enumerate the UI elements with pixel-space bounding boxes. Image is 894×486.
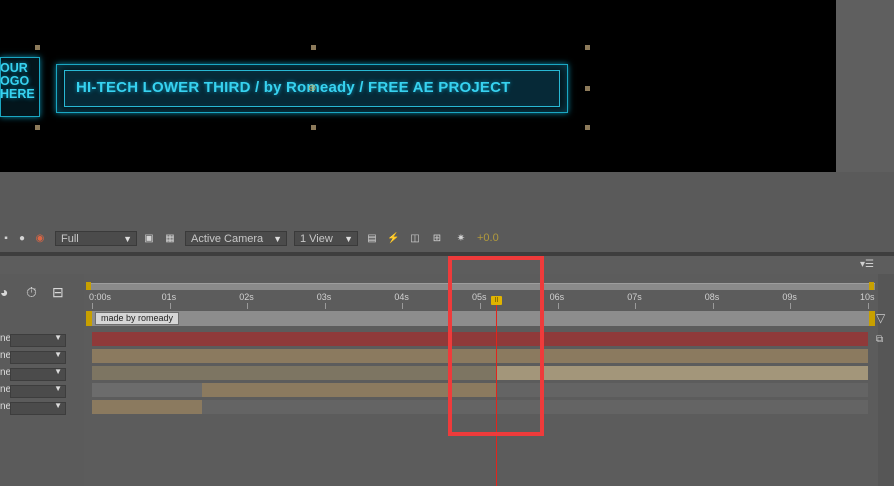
- toggle-pixel-aspect-icon[interactable]: ▤: [366, 233, 378, 244]
- chevron-down-icon: ▼: [54, 333, 62, 342]
- work-area-end-handle[interactable]: [869, 282, 874, 290]
- ruler-tick: [169, 303, 171, 309]
- stopwatch-icon[interactable]: ⏱: [26, 284, 37, 301]
- resolution-dropdown[interactable]: Full ▼: [55, 231, 137, 246]
- ruler-tick: [868, 303, 869, 309]
- logo-placeholder-text: OUR OGO HERE: [0, 61, 35, 101]
- chevron-down-icon: ▼: [54, 384, 62, 393]
- camera-user-icon[interactable]: ●: [16, 233, 28, 244]
- chevron-down-icon: ▼: [54, 367, 62, 376]
- comp-marker-label[interactable]: made by romeady: [95, 312, 180, 325]
- ruler-tick-label: 06s: [549, 292, 565, 302]
- lower-third-title: HI-TECH LOWER THIRD / by Romeady / FREE …: [76, 79, 511, 96]
- marker-right-handle[interactable]: [869, 311, 875, 326]
- layer-mode-dropdown[interactable]: ▼: [10, 333, 66, 347]
- transform-handle[interactable]: [35, 45, 40, 50]
- ruler-tick-label: 08s: [704, 292, 720, 302]
- color-channels-icon[interactable]: ◉: [34, 233, 46, 244]
- timeline-right-strip: [878, 274, 894, 486]
- layer-row[interactable]: ne ▼: [0, 349, 84, 365]
- chevron-down-icon: ▼: [344, 234, 353, 244]
- timeline-icon[interactable]: ◫: [409, 233, 421, 244]
- transform-handle[interactable]: [35, 125, 40, 130]
- region-icon[interactable]: ▪: [0, 233, 12, 244]
- layer-row[interactable]: ne ▼: [0, 400, 84, 416]
- layer-inactive-range: [92, 383, 202, 397]
- ruler-tick-label: 01s: [161, 292, 177, 302]
- layer-duration-bar[interactable]: [92, 400, 202, 414]
- ruler-tick: [712, 303, 714, 309]
- transform-handle[interactable]: [585, 125, 590, 130]
- layer-mode-dropdown[interactable]: ▼: [10, 384, 66, 398]
- chevron-down-icon: ▼: [54, 350, 62, 359]
- ruler-tick-label: 09s: [782, 292, 797, 302]
- layer-inactive-range: [496, 383, 868, 397]
- transform-handle[interactable]: [311, 45, 316, 50]
- zoom-nav-icon[interactable]: ▽: [876, 311, 885, 325]
- ruler-tick-label: 03s: [316, 292, 332, 302]
- viewer-pasteboard: [836, 0, 894, 172]
- chevron-down-icon: ▼: [54, 401, 62, 410]
- layer-mode-dropdown[interactable]: ▼: [10, 367, 66, 381]
- ruler-tick-label: 0:00s: [89, 292, 112, 302]
- transform-handle[interactable]: [311, 125, 316, 130]
- ruler-tick-label: 07s: [627, 292, 642, 302]
- ruler-tick: [402, 303, 404, 309]
- ruler-tick-label: 10s: [860, 292, 875, 302]
- ruler-tick: [324, 303, 326, 309]
- transparency-grid-icon[interactable]: ▦: [164, 233, 176, 244]
- exposure-value[interactable]: +0.0: [477, 232, 499, 244]
- layer-duration-bar[interactable]: [92, 366, 496, 380]
- ruler-tick: [635, 303, 637, 309]
- marker-left-handle[interactable]: [86, 311, 92, 326]
- ruler-tick: [557, 303, 559, 309]
- layer-duration-bar-selected[interactable]: [496, 366, 868, 380]
- timeline-panel-header: [0, 256, 894, 274]
- chevron-down-icon: ▼: [273, 234, 282, 244]
- motion-blur-icon[interactable]: ◕: [0, 284, 8, 300]
- layer-row[interactable]: ne ▼: [0, 332, 84, 348]
- annotation-highlight-box: [448, 256, 544, 436]
- ruler-tick-label: 04s: [394, 292, 409, 302]
- layer-mode-dropdown[interactable]: ▼: [10, 401, 66, 415]
- transform-handle[interactable]: [585, 45, 590, 50]
- transform-handle[interactable]: [585, 86, 590, 91]
- layer-row[interactable]: ne ▼: [0, 383, 84, 399]
- layer-mode-dropdown[interactable]: ▼: [10, 350, 66, 364]
- flowchart-icon[interactable]: ⊞: [431, 233, 443, 244]
- exposure-icon[interactable]: ✷: [455, 233, 467, 244]
- fast-previews-icon[interactable]: ⚡: [387, 233, 399, 244]
- layout-dropdown[interactable]: 1 View ▼: [294, 231, 358, 246]
- layer-row[interactable]: ne ▼: [0, 366, 84, 382]
- view-dropdown[interactable]: Active Camera ▼: [185, 231, 287, 246]
- region-of-interest-icon[interactable]: ▣: [143, 233, 155, 244]
- anchor-point-icon[interactable]: ⊕: [308, 84, 318, 94]
- work-area-start-handle[interactable]: [86, 282, 91, 290]
- ruler-tick: [92, 303, 93, 309]
- ruler-tick: [247, 303, 249, 309]
- comp-marker-bin-icon[interactable]: ⧉: [876, 334, 883, 345]
- graph-editor-icon[interactable]: ⊟: [52, 284, 64, 301]
- panel-menu-icon[interactable]: ▾☰: [860, 259, 874, 270]
- ruler-tick: [790, 303, 792, 309]
- chevron-down-icon: ▼: [123, 234, 132, 244]
- ruler-tick-label: 02s: [239, 292, 254, 302]
